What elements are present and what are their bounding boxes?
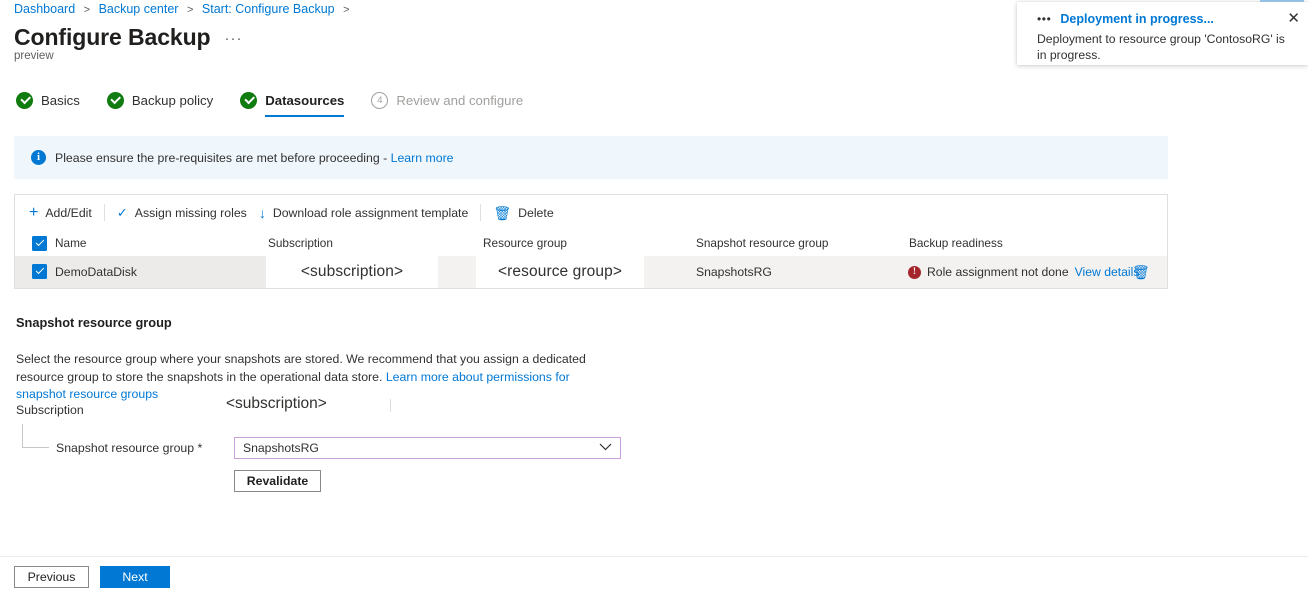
breadcrumb-item-dashboard[interactable]: Dashboard	[14, 2, 75, 16]
error-icon: !	[908, 265, 921, 279]
download-icon: ↓	[258, 204, 266, 221]
wizard-step-basics[interactable]: Basics	[16, 92, 107, 109]
add-edit-label: Add/Edit	[45, 205, 92, 220]
page-title-row: Configure Backup ···	[14, 23, 242, 51]
toolbar-divider	[480, 204, 482, 221]
readiness-status-text: Role assignment not done	[927, 265, 1069, 279]
next-button[interactable]: Next	[100, 566, 170, 588]
tree-connector-line	[22, 424, 49, 448]
step-number-icon: 4	[371, 92, 389, 109]
cell-backup-readiness: ! Role assignment not done View details	[908, 265, 1139, 279]
subscription-field-label: Subscription	[16, 403, 84, 417]
snapshot-resource-group-selected-value: SnapshotsRG	[243, 441, 319, 455]
assign-missing-roles-button[interactable]: ✓ Assign missing roles	[116, 204, 259, 220]
cell-resource-group-redacted: <resource group>	[476, 256, 644, 288]
row-name-cell-background	[15, 256, 268, 288]
wizard-step-backup-policy[interactable]: Backup policy	[106, 92, 240, 109]
datasources-toolbar: + Add/Edit ✓ Assign missing roles ↓ Down…	[15, 195, 1167, 230]
table-row[interactable]: DemoDataDisk <subscription> <resource gr…	[15, 256, 1167, 288]
wizard-step-label: Basics	[41, 93, 80, 108]
subscription-field-value-redacted: <subscription>	[226, 392, 391, 416]
banner-learn-more-link[interactable]: Learn more	[391, 151, 454, 165]
cell-subscription-redacted: <subscription>	[266, 256, 438, 288]
cell-snapshot-resource-group: SnapshotsRG	[696, 265, 772, 279]
breadcrumb-separator-icon: >	[343, 4, 350, 16]
add-edit-button[interactable]: + Add/Edit	[29, 203, 104, 221]
download-template-label: Download role assignment template	[272, 205, 469, 220]
notification-body: Deployment to resource group 'ContosoRG'…	[1037, 32, 1285, 62]
notification-title[interactable]: Deployment in progress...	[1060, 12, 1214, 26]
table-header-row: Name Subscription Resource group Snapsho…	[15, 230, 1167, 256]
info-icon: i	[31, 150, 46, 165]
wizard-step-review-and-configure[interactable]: 4 Review and configure	[371, 92, 550, 109]
in-progress-icon: •••	[1037, 12, 1052, 26]
banner-text: Please ensure the pre-requisites are met…	[55, 151, 454, 165]
breadcrumb-item-backup-center[interactable]: Backup center	[99, 2, 179, 16]
revalidate-button[interactable]: Revalidate	[234, 470, 321, 492]
assign-missing-roles-label: Assign missing roles	[134, 205, 247, 220]
wizard-step-label: Datasources	[265, 93, 345, 108]
breadcrumb-separator-icon: >	[186, 4, 194, 16]
check-icon: ✓	[116, 204, 128, 220]
toolbar-divider	[103, 204, 105, 221]
check-circle-icon	[16, 92, 33, 109]
breadcrumb: Dashboard > Backup center > Start: Confi…	[14, 1, 355, 18]
check-circle-icon	[106, 92, 124, 109]
trash-icon: 🗑	[493, 204, 512, 221]
banner-message: Please ensure the pre-requisites are met…	[55, 150, 391, 165]
column-header-snapshot-resource-group[interactable]: Snapshot resource group	[696, 236, 828, 250]
view-details-link[interactable]: View details	[1075, 265, 1140, 279]
chevron-down-icon	[599, 442, 612, 454]
breadcrumb-item-configure-backup[interactable]: Start: Configure Backup	[202, 2, 335, 16]
preview-tag: preview	[14, 50, 54, 62]
notification-header: ••• Deployment in progress...	[1037, 12, 1295, 26]
plus-icon: +	[29, 203, 39, 221]
snapshot-resource-group-field-label: Snapshot resource group *	[56, 441, 203, 455]
check-circle-icon	[240, 92, 258, 109]
wizard-step-datasources[interactable]: Datasources	[240, 92, 371, 117]
row-delete-icon[interactable]: 🗑	[1132, 264, 1150, 281]
wizard-step-label: Review and configure	[396, 93, 524, 108]
row-select-checkbox[interactable]	[32, 264, 47, 279]
close-icon[interactable]: ✕	[1287, 11, 1300, 26]
snapshot-resource-group-dropdown[interactable]: SnapshotsRG	[234, 437, 621, 459]
select-all-checkbox[interactable]	[32, 236, 47, 251]
subscription-field-divider	[390, 399, 391, 412]
delete-button[interactable]: 🗑 Delete	[493, 206, 565, 220]
column-header-subscription[interactable]: Subscription	[268, 236, 333, 250]
wizard-step-label: Backup policy	[131, 93, 214, 108]
wizard-steps: Basics Backup policy Datasources 4 Revie…	[16, 92, 550, 117]
more-options-icon[interactable]: ···	[224, 29, 242, 49]
column-header-resource-group[interactable]: Resource group	[483, 236, 567, 250]
column-header-backup-readiness[interactable]: Backup readiness	[909, 236, 1003, 250]
checkbox-icon	[32, 264, 47, 279]
section-title-snapshot-resource-group: Snapshot resource group	[16, 315, 172, 330]
footer-divider	[0, 556, 1308, 557]
previous-button[interactable]: Previous	[14, 566, 89, 588]
page-title: Configure Backup	[14, 24, 211, 50]
delete-label: Delete	[518, 205, 554, 220]
notification-toast: ••• Deployment in progress... Deployment…	[1017, 2, 1308, 65]
azure-portal-blade: Dashboard > Backup center > Start: Confi…	[0, 0, 1308, 595]
download-role-assignment-template-button[interactable]: ↓ Download role assignment template	[259, 206, 481, 220]
breadcrumb-separator-icon: >	[83, 4, 91, 16]
checkbox-icon	[32, 236, 47, 251]
column-header-name[interactable]: Name	[55, 236, 86, 250]
cell-name: DemoDataDisk	[55, 265, 137, 279]
datasources-table: + Add/Edit ✓ Assign missing roles ↓ Down…	[14, 194, 1168, 289]
prerequisites-info-banner: i Please ensure the pre-requisites are m…	[14, 136, 1168, 179]
